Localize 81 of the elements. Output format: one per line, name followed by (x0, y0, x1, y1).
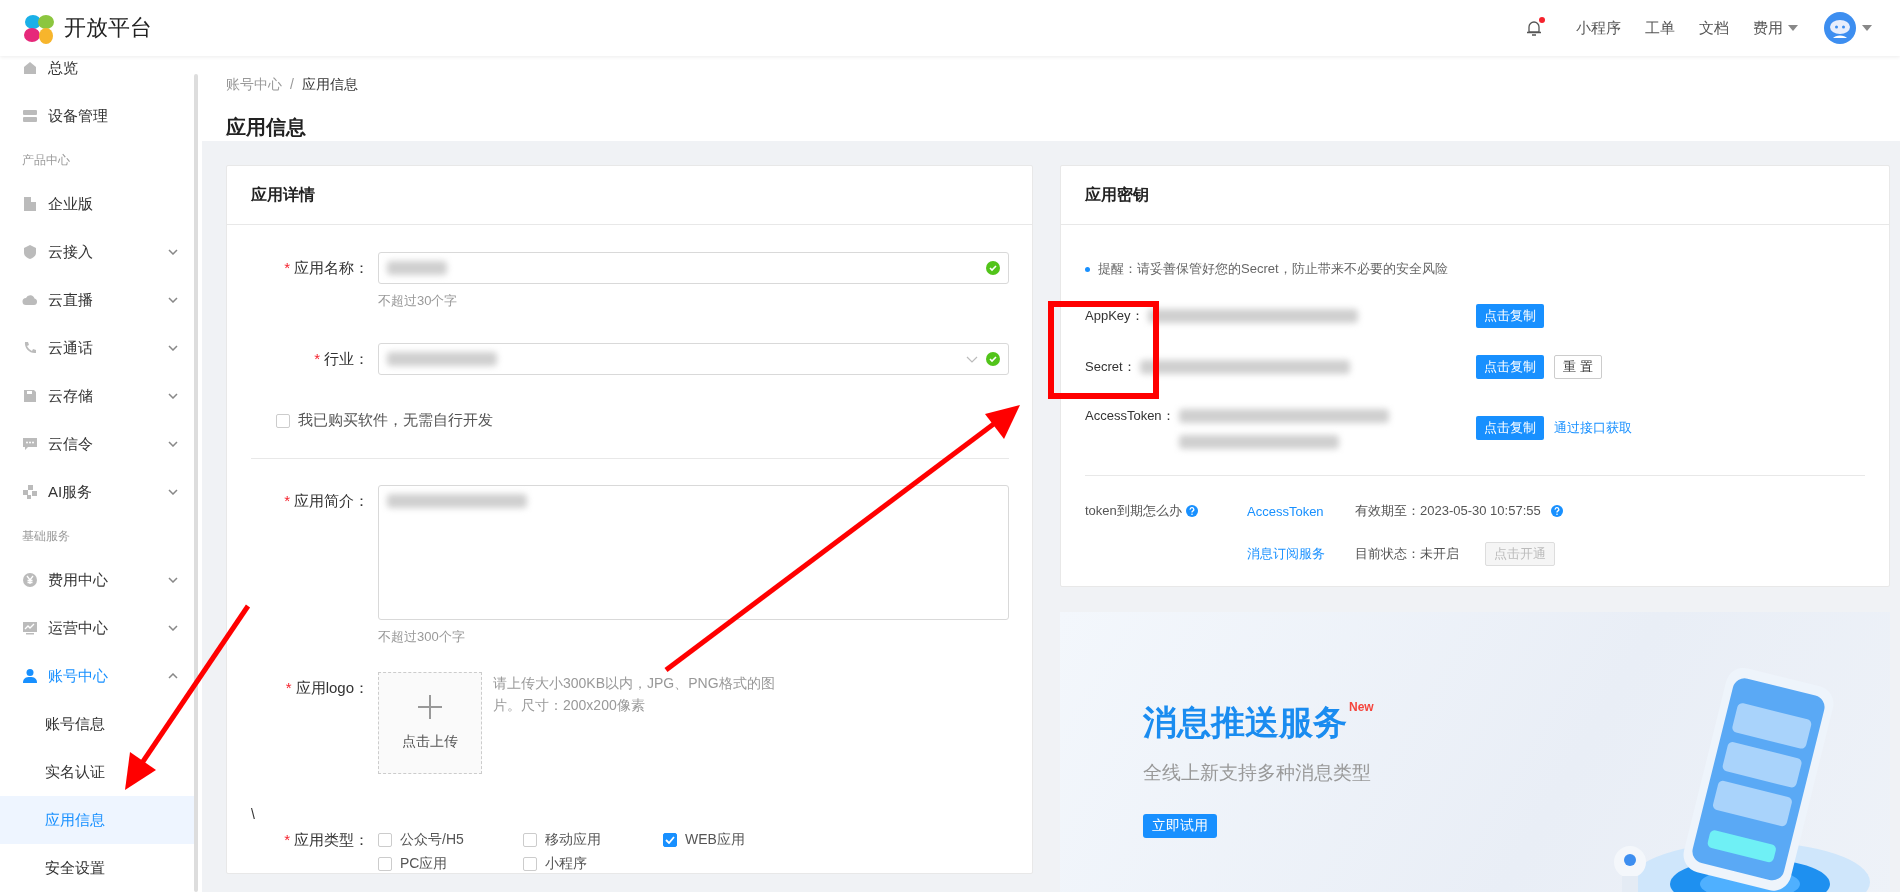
page-title: 应用信息 (226, 115, 307, 140)
nav-link[interactable]: 费用 (1753, 18, 1798, 38)
phone-icon (22, 340, 38, 356)
banner-title: 消息推送服务 (1143, 701, 1347, 744)
blocks-icon (22, 484, 38, 500)
checkbox[interactable] (378, 833, 392, 847)
checkbox-label: 我已购买软件，无需自行开发 (298, 411, 493, 430)
checkbox[interactable] (663, 833, 677, 847)
industry-select[interactable] (378, 343, 1009, 375)
field-label: * 应用简介： (283, 491, 369, 511)
yen-icon (22, 572, 38, 588)
new-label: New (1349, 700, 1374, 714)
option-label: 公众号/H5 (400, 831, 464, 849)
key-label: AppKey： (1085, 307, 1144, 325)
cloud-icon (22, 292, 38, 308)
sidebar-section-title: 产品中心 (21, 152, 71, 169)
sidebar-subitem[interactable]: 账号信息 (0, 700, 194, 748)
sidebar-item[interactable]: 费用中心 (0, 556, 194, 604)
shield-icon (22, 244, 38, 260)
reset-button[interactable]: 重 置 (1554, 355, 1602, 379)
service-status: 有效期至：2023-05-30 10:57:55 (1355, 502, 1541, 520)
bullet-icon (1085, 266, 1090, 272)
key-label: AccessToken： (1085, 407, 1175, 425)
option-label: WEB应用 (685, 831, 745, 849)
checkbox[interactable] (378, 857, 392, 871)
field-label: * 行业： (313, 349, 369, 369)
token-question: token到期怎么办 (1085, 502, 1182, 520)
field-hint: 不超过30个字 (378, 292, 459, 310)
logo-text: 开放平台 (64, 14, 152, 42)
sidebar-item[interactable]: 云直播 (0, 276, 194, 324)
key-label: Secret： (1085, 358, 1136, 376)
option-label: PC应用 (400, 855, 448, 873)
checkbox[interactable] (523, 857, 537, 871)
nav-link[interactable]: 文档 (1699, 18, 1729, 38)
field-label: * 应用logo： (284, 678, 369, 698)
checkbox[interactable] (276, 413, 290, 428)
field-label: * 应用类型： (283, 830, 369, 850)
sidebar-subitem[interactable]: 安全设置 (0, 844, 194, 892)
upload-button[interactable]: 点击上传 (378, 672, 482, 774)
stray-text: \ (251, 806, 256, 824)
server-icon (22, 108, 38, 124)
sidebar-item[interactable]: 云通话 (0, 324, 194, 372)
sidebar-item[interactable]: 总览 (0, 56, 194, 92)
sidebar-item[interactable]: AI服务 (0, 468, 194, 516)
field-label: * 应用名称： (283, 258, 369, 278)
chevron-icon (966, 355, 978, 363)
breadcrumb-link[interactable]: 应用信息 (301, 76, 358, 94)
home-icon (22, 60, 38, 76)
sidebar-section-title: 基础服务 (21, 528, 71, 545)
breadcrumb-separator: / (290, 76, 294, 94)
sidebar-subitem[interactable]: 实名认证 (0, 748, 194, 796)
card-title: 应用密钥 (1061, 166, 1889, 225)
chart-icon (22, 620, 38, 636)
upload-hint: 请上传大小300KB以内，JPG、PNG格式的图片。尺寸：200x200像素 (493, 674, 776, 715)
message-icon (22, 436, 38, 452)
checkbox[interactable] (523, 833, 537, 847)
user-icon (22, 668, 38, 684)
bell-icon[interactable] (1526, 19, 1542, 37)
help-icon[interactable] (1550, 505, 1563, 517)
card-title: 应用详情 (227, 166, 1032, 225)
intro-text-area[interactable] (378, 485, 1009, 620)
help-icon[interactable] (1185, 505, 1198, 517)
field-hint: 不超过300个字 (378, 628, 466, 646)
sidebar-item[interactable]: 云存储 (0, 372, 194, 420)
banner-subtitle: 全线上新支持多种消息类型 (1143, 761, 1372, 785)
service-status: 目前状态：未开启 (1355, 545, 1459, 563)
sidebar-item[interactable]: 运营中心 (0, 604, 194, 652)
notice-text: 提醒：请妥善保管好您的Secret，防止带来不必要的安全风险 (1098, 260, 1448, 278)
name-input-field[interactable] (378, 252, 1009, 284)
sidebar-item[interactable]: 云信令 (0, 420, 194, 468)
sidebar-item[interactable]: 云接入 (0, 228, 194, 276)
option-label: 小程序 (545, 855, 587, 873)
avatar-icon[interactable] (1824, 12, 1856, 44)
nav-link[interactable]: 小程序 (1576, 18, 1621, 38)
plus-icon (418, 695, 442, 719)
nav-link[interactable]: 工单 (1645, 18, 1675, 38)
floppy-icon (22, 388, 38, 404)
building-icon (22, 196, 38, 212)
sidebar-item[interactable]: 设备管理 (0, 92, 194, 140)
option-label: 移动应用 (545, 831, 601, 849)
sidebar-item[interactable]: 企业版 (0, 180, 194, 228)
